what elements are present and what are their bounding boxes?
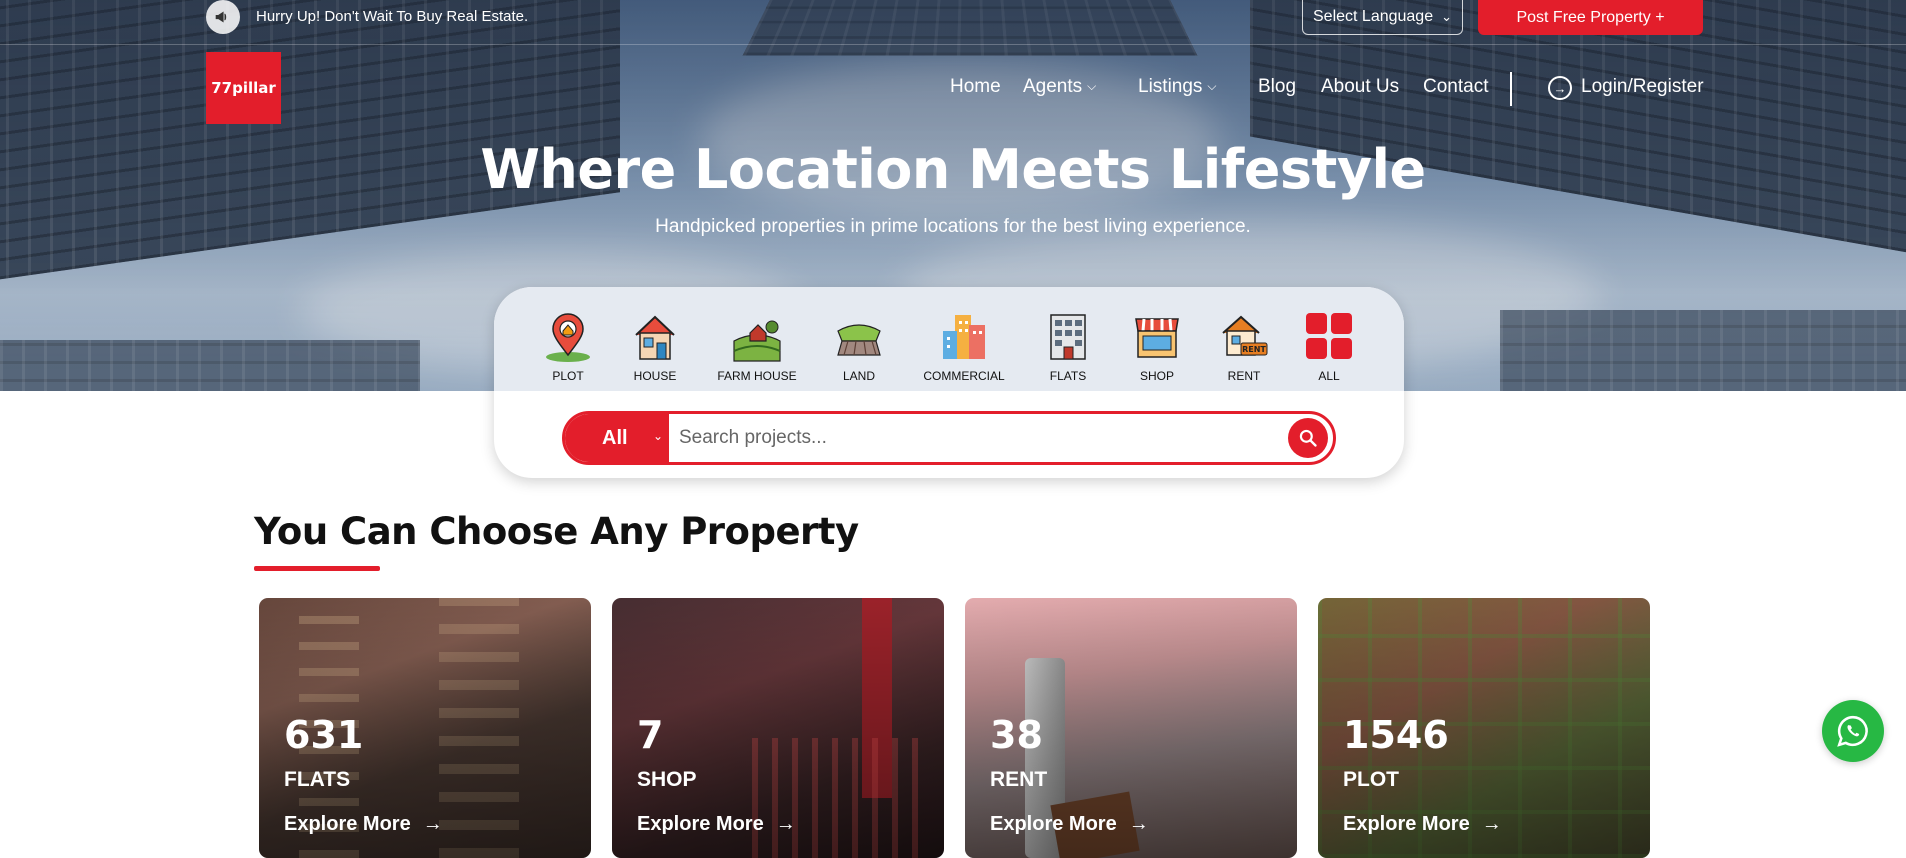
category-farm-house[interactable]: FARM HOUSE — [702, 311, 812, 383]
property-card-shop[interactable]: 7 SHOP Explore More → — [612, 598, 944, 858]
category-label: FARM HOUSE — [717, 369, 797, 383]
nav-contact[interactable]: Contact — [1423, 76, 1488, 98]
property-card-flats[interactable]: 631 FLATS Explore More → — [259, 598, 591, 858]
language-select-label: Select Language — [1313, 8, 1434, 25]
card-count: 1546 — [1343, 713, 1449, 757]
announcement-text: Hurry Up! Don't Wait To Buy Real Estate. — [256, 8, 529, 25]
nav-about-us[interactable]: About Us — [1321, 76, 1399, 98]
svg-text:RENT: RENT — [1242, 345, 1266, 354]
explore-more-label: Explore More — [1343, 813, 1470, 835]
search-input[interactable] — [679, 420, 1259, 456]
card-count: 631 — [284, 713, 364, 757]
arrow-right-icon: → — [1481, 813, 1502, 835]
grid-icon — [1306, 313, 1352, 359]
nav-divider — [1510, 72, 1512, 106]
chevron-down-icon: ⌵ — [1207, 79, 1217, 93]
search-button[interactable] — [1288, 418, 1328, 458]
card-type: SHOP — [637, 768, 697, 791]
megaphone-icon — [206, 0, 240, 34]
card-count: 7 — [637, 713, 664, 757]
category-label: ALL — [1318, 369, 1340, 383]
farm-house-icon — [733, 320, 781, 362]
arrow-right-icon: → — [775, 813, 796, 835]
arrow-right-icon: → — [422, 813, 443, 835]
plot-pin-icon — [546, 313, 590, 362]
category-land[interactable]: LAND — [804, 311, 914, 383]
card-type: PLOT — [1343, 768, 1399, 791]
post-free-property-button[interactable]: Post Free Property + — [1478, 0, 1703, 35]
hero-title: Where Location Meets Lifestyle — [480, 138, 1426, 201]
category-house[interactable]: HOUSE — [600, 311, 710, 383]
search-bar: All ⌄ — [562, 411, 1336, 465]
nav-blog[interactable]: Blog — [1258, 76, 1296, 98]
search-card: PLOT HOUSE FARM HOUSE LAND COMMERCIAL FL… — [494, 287, 1404, 478]
explore-more-link[interactable]: Explore More → — [990, 813, 1149, 836]
commercial-building-icon — [943, 315, 985, 359]
login-register-link[interactable]: Login/Register — [1581, 76, 1704, 98]
chevron-down-icon: ⌄ — [1441, 9, 1452, 24]
rent-house-icon: RENT — [1222, 315, 1268, 356]
category-all[interactable]: ALL — [1274, 311, 1384, 383]
search-type-value: All — [602, 426, 628, 449]
whatsapp-icon — [1837, 715, 1868, 747]
explore-more-label: Explore More — [637, 813, 764, 835]
card-count: 38 — [990, 713, 1043, 757]
nav-listings-label: Listings — [1138, 76, 1203, 97]
search-type-select[interactable]: All ⌄ — [565, 414, 669, 462]
category-label: HOUSE — [633, 369, 677, 383]
land-icon — [837, 324, 881, 356]
flats-building-icon — [1050, 314, 1086, 360]
explore-more-link[interactable]: Explore More → — [637, 813, 796, 836]
language-select[interactable]: Select Language ⌄ — [1302, 0, 1463, 35]
arrow-right-icon: → — [1128, 813, 1149, 835]
card-type: FLATS — [284, 768, 351, 791]
chevron-down-icon: ⌄ — [652, 429, 663, 443]
nav-listings[interactable]: Listings ⌵ — [1138, 76, 1217, 98]
shop-icon — [1135, 318, 1179, 358]
whatsapp-button[interactable] — [1822, 700, 1884, 762]
nav-agents-label: Agents — [1023, 76, 1083, 97]
search-icon — [1299, 429, 1317, 447]
site-logo[interactable]: 77pillar — [206, 52, 281, 124]
login-icon: → — [1548, 76, 1572, 100]
house-icon — [635, 315, 675, 360]
nav-agents[interactable]: Agents ⌵ — [1023, 76, 1096, 98]
nav-home[interactable]: Home — [950, 76, 1001, 98]
section-title-underline — [254, 566, 380, 571]
explore-more-link[interactable]: Explore More → — [284, 813, 443, 836]
chevron-down-icon: ⌵ — [1087, 79, 1097, 93]
section-title: You Can Choose Any Property — [254, 510, 859, 553]
category-commercial[interactable]: COMMERCIAL — [909, 311, 1019, 383]
explore-more-label: Explore More — [990, 813, 1117, 835]
category-label: COMMERCIAL — [923, 369, 1005, 383]
explore-more-label: Explore More — [284, 813, 411, 835]
top-bar: Hurry Up! Don't Wait To Buy Real Estate.… — [0, 0, 1906, 45]
hero-subtitle: Handpicked properties in prime locations… — [655, 216, 1251, 237]
property-card-plot[interactable]: 1546 PLOT Explore More → — [1318, 598, 1650, 858]
explore-more-link[interactable]: Explore More → — [1343, 813, 1502, 836]
category-label: LAND — [842, 369, 875, 383]
card-type: RENT — [990, 768, 1048, 791]
property-card-rent[interactable]: 38 RENT Explore More → — [965, 598, 1297, 858]
